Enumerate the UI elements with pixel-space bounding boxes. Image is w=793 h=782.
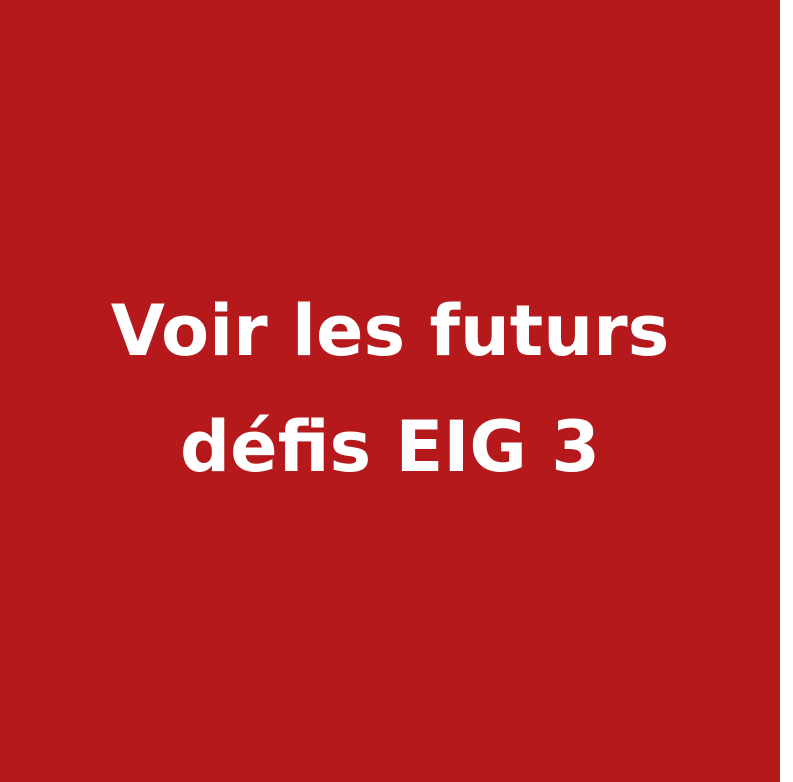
future-challenges-link-tile[interactable]: Voir les futurs défis EIG 3 [0, 0, 780, 782]
tile-label-line-1: Voir les futurs [110, 290, 670, 372]
tile-label-line-2: défis EIG 3 [180, 406, 600, 488]
page-canvas: Voir les futurs défis EIG 3 [0, 0, 793, 782]
tile-label: Voir les futurs défis EIG 3 [111, 273, 670, 505]
